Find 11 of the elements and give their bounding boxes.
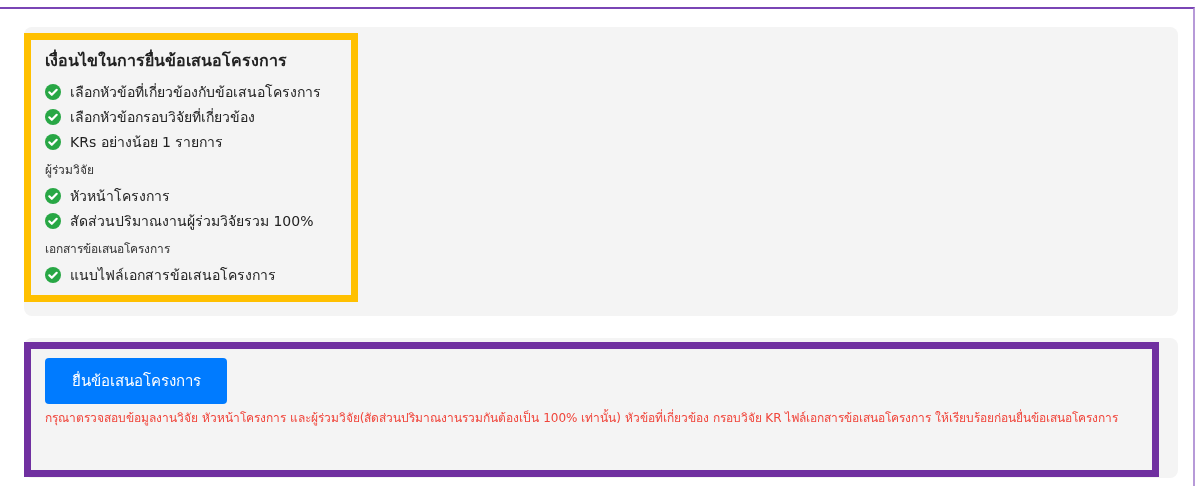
conditions-title: เงื่อนไขในการยื่นข้อเสนอโครงการ xyxy=(45,48,288,72)
condition-label: หัวหน้าโครงการ xyxy=(70,186,170,206)
group-heading: เอกสารข้อเสนอโครงการ xyxy=(45,241,171,258)
condition-label: KRs อย่างน้อย 1 รายการ xyxy=(70,132,224,152)
warning-text: กรุณาตรวจสอบข้อมูลงานวิจัย หัวหน้าโครงการ และผู้ร่วมวิจัย(สัดส่วนปริมาณงานรวมกันต้องเป็น 100% เท่านั้น) หัวข้อที่เกี่ยวข้อง กรอบวิจัย KR ไฟล์เอกสารข้อเสนอโครงการ ให้เรียบร้อยก่อนยื่นข้อเสนอโครงการ xyxy=(45,408,1120,428)
condition-label: สัดส่วนปริมาณงานผู้ร่วมวิจัยรวม 100% xyxy=(70,211,314,232)
condition-label: แนบไฟล์เอกสารข้อเสนอโครงการ xyxy=(70,265,276,285)
condition-label: เลือกหัวข้อที่เกี่ยวข้องกับข้อเสนอโครงการ xyxy=(70,82,321,102)
submit-button[interactable]: ยื่นข้อเสนอโครงการ xyxy=(45,358,227,404)
condition-label: เลือกหัวข้อกรอบวิจัยที่เกี่ยวข้อง xyxy=(70,107,255,127)
group-heading: ผู้ร่วมวิจัย xyxy=(45,162,95,179)
